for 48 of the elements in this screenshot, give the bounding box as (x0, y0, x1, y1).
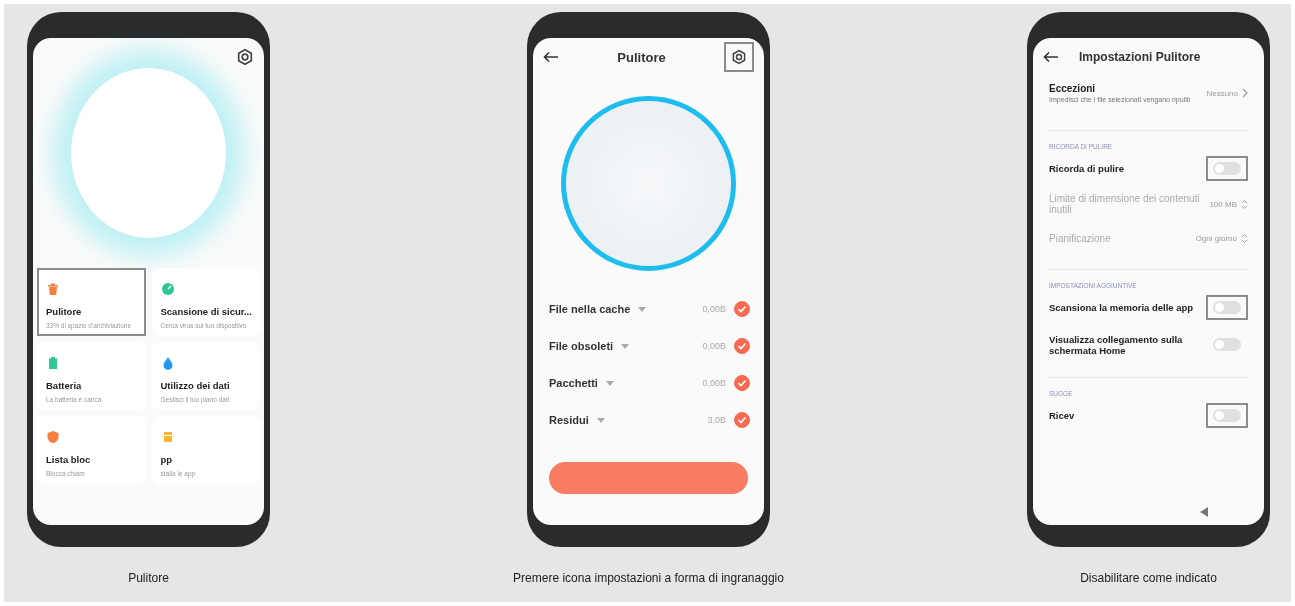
caret-icon[interactable] (605, 380, 614, 386)
tile-title: Pulitore (46, 306, 82, 317)
step-caption: Premere icona impostazioni a forma di ingranaggio (513, 571, 784, 585)
back-arrow-icon[interactable] (1043, 51, 1059, 63)
tile-title: Lista bloc (46, 454, 91, 465)
caret-icon[interactable] (596, 417, 605, 423)
setting-title: Visualizza collegamento sulla schermata Home (1049, 333, 1184, 356)
category-size: 3,0B (707, 415, 726, 425)
setting-title: Limite di dimensione dei contenuti inutili (1049, 193, 1201, 215)
settings-button[interactable] (724, 42, 754, 72)
category-size: 0,00B (702, 341, 726, 351)
category-label: Pacchetti (549, 377, 598, 389)
tile-title: Batteria (46, 380, 82, 391)
checkbox[interactable] (734, 301, 750, 317)
screen-title: Impostazioni Pulitore (1079, 50, 1201, 64)
up-down-icon (1241, 198, 1248, 210)
caret-icon[interactable] (621, 343, 630, 349)
tile-title: Scansione di sicur... (160, 306, 252, 317)
toggle-switch[interactable] (1213, 162, 1241, 175)
category-size: 0,00B (702, 304, 726, 314)
settings-icon (731, 49, 747, 65)
screen-title: Pulitore (616, 49, 667, 65)
tile-title: pp (160, 454, 173, 465)
setting-title: Eccezioni (1049, 83, 1097, 94)
setting-title: Ricev (1049, 410, 1076, 421)
settings-icon[interactable] (236, 48, 254, 66)
category-size: 0,00B (702, 378, 726, 388)
category-label: File obsoleti (549, 340, 614, 352)
checkbox[interactable] (734, 375, 750, 391)
toggle-switch[interactable] (1213, 338, 1241, 351)
toggle-switch[interactable] (1213, 409, 1241, 422)
category-label: Residui (549, 414, 589, 426)
clean-button[interactable] (549, 462, 748, 494)
setting-title: Pianificazione (1049, 232, 1112, 244)
category-label: File nella cache (549, 303, 631, 315)
chevron-right-icon (1242, 88, 1248, 98)
checkbox[interactable] (734, 412, 750, 428)
caret-icon[interactable] (638, 306, 647, 312)
step-caption: Pulitore (128, 571, 169, 585)
up-down-icon (1241, 232, 1248, 244)
toggle-switch[interactable] (1213, 301, 1241, 314)
checkbox[interactable] (734, 338, 750, 354)
nav-back-icon[interactable] (1200, 507, 1208, 517)
back-arrow-icon[interactable] (543, 51, 559, 63)
setting-title: Ricorda di pulire (1049, 163, 1125, 174)
step-caption: Disabilitare come indicato (1080, 571, 1217, 585)
tile-title: Utilizzo dei dati (160, 380, 230, 391)
setting-title: Scansiona la memoria delle app (1049, 302, 1195, 313)
